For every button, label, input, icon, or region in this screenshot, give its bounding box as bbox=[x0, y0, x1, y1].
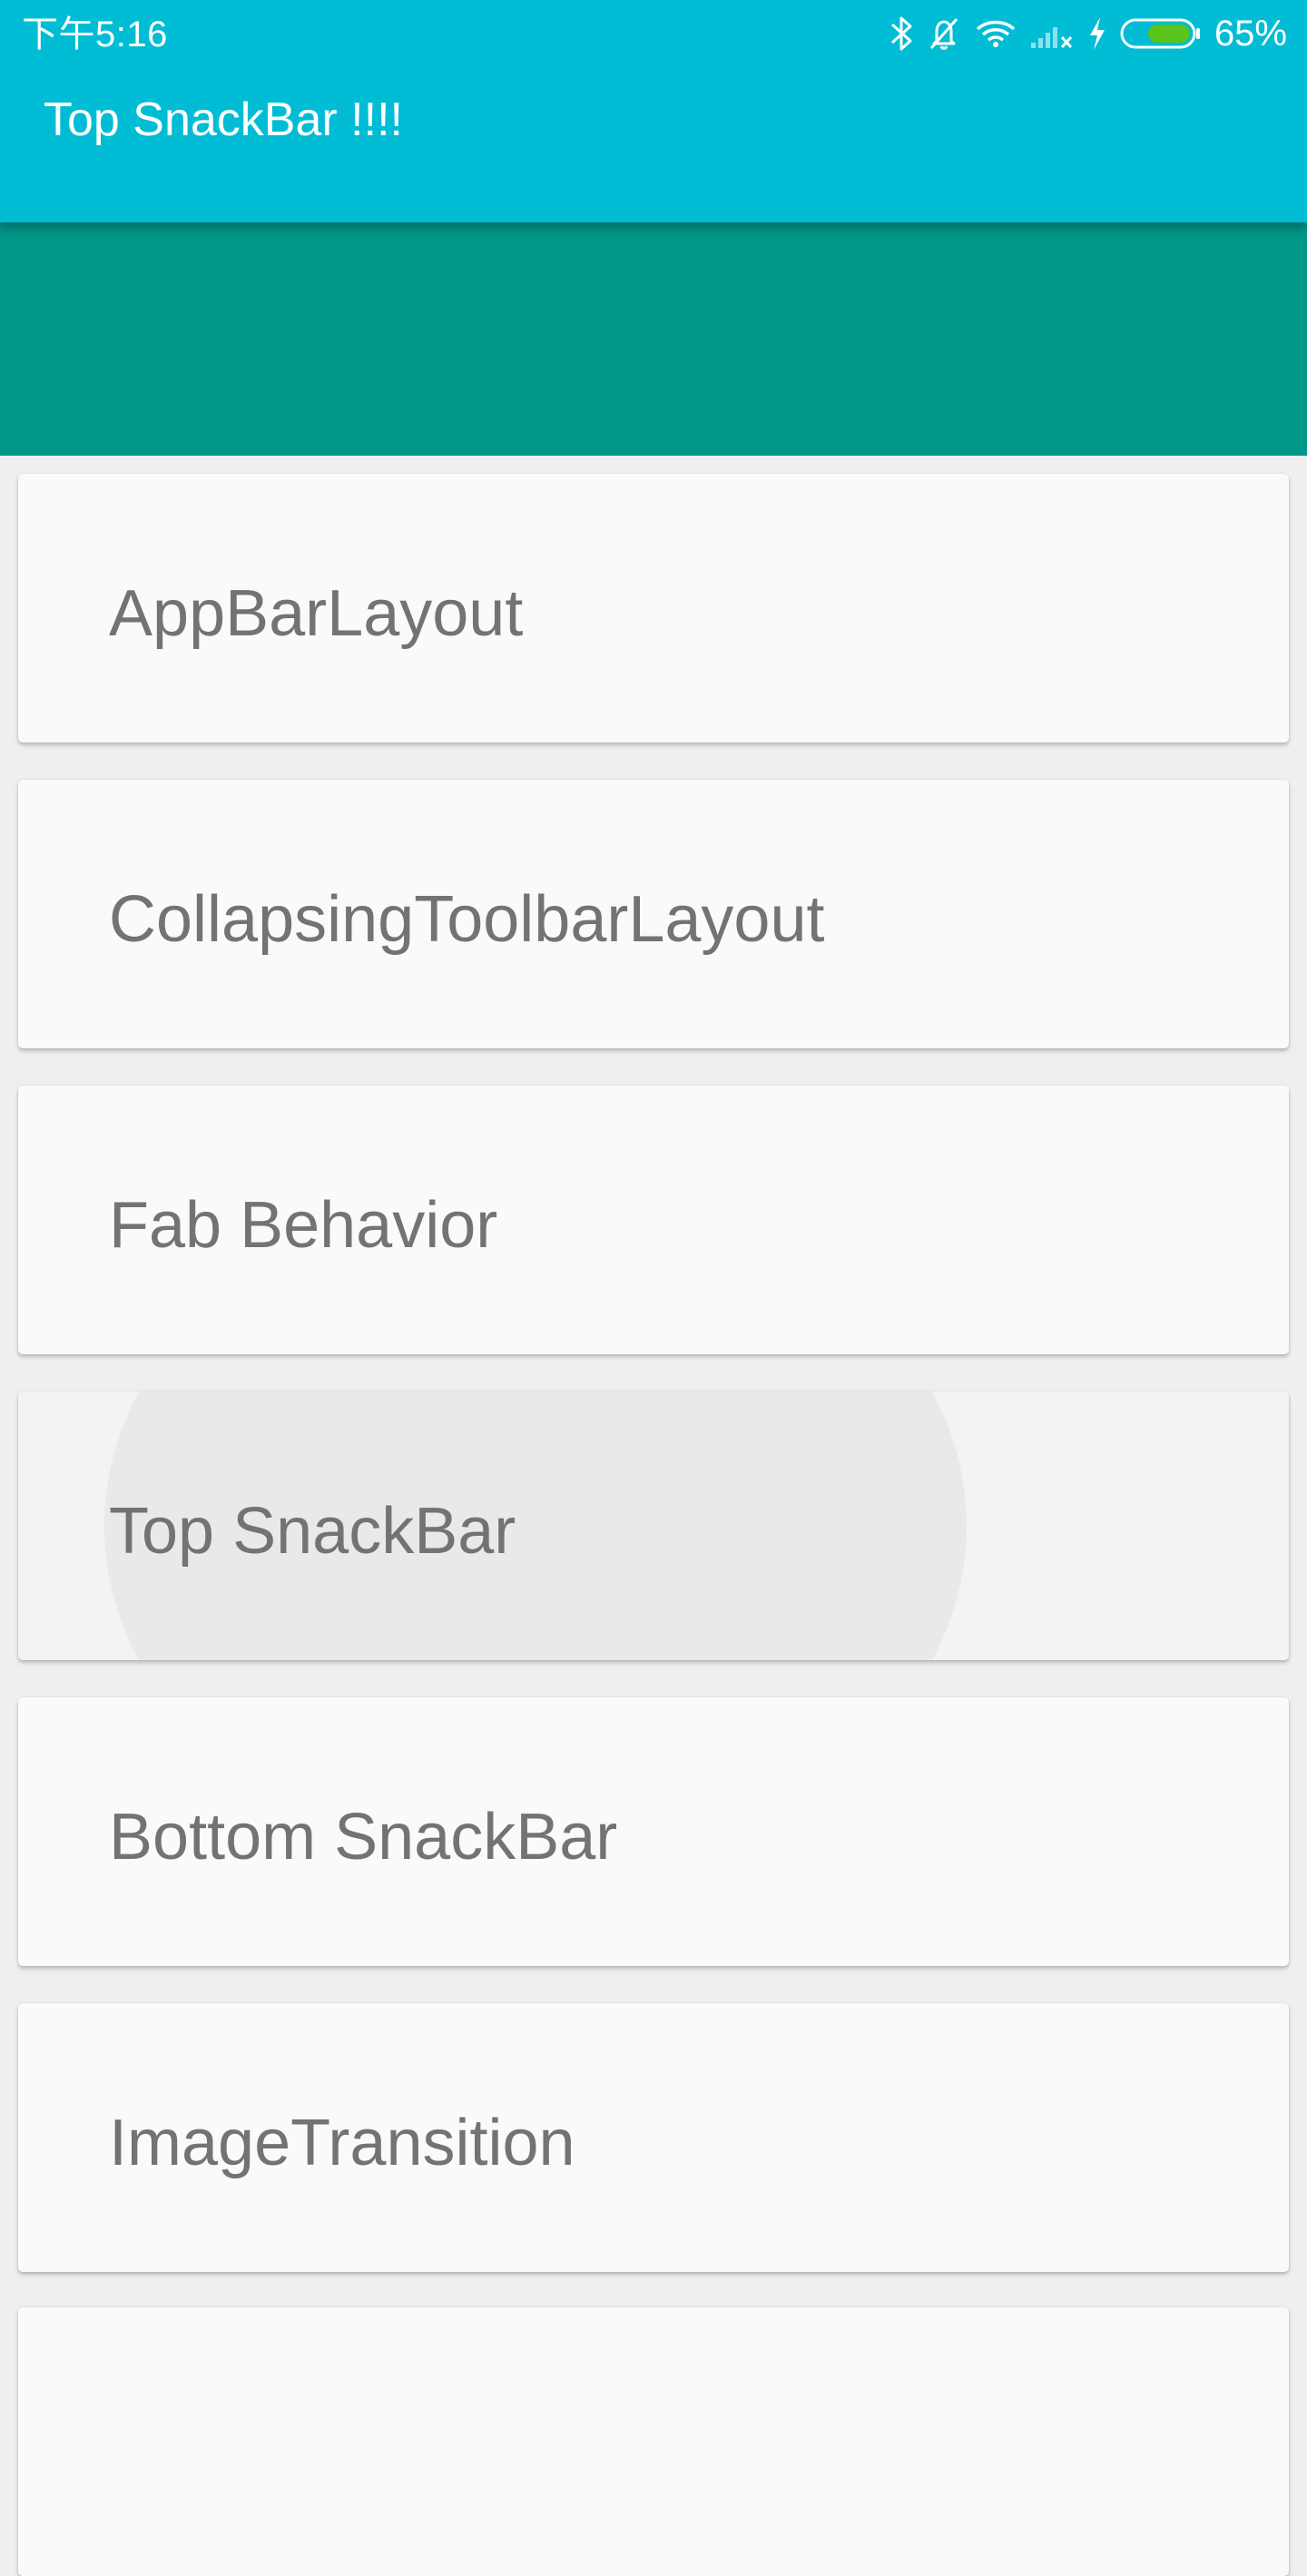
list-item-partial[interactable] bbox=[18, 2307, 1289, 2576]
snackbar-message: Top SnackBar !!!! bbox=[44, 93, 403, 146]
battery-percent: 65% bbox=[1214, 14, 1287, 54]
notifications-off-icon bbox=[929, 18, 958, 50]
charging-icon bbox=[1089, 17, 1105, 50]
list-item-collapsingtoolbarlayout[interactable]: CollapsingToolbarLayout bbox=[18, 780, 1289, 1048]
status-bar: 下午5:16 65% bbox=[0, 0, 1307, 68]
list-item-label: Fab Behavior bbox=[109, 1189, 498, 1262]
list-item-label: Bottom SnackBar bbox=[109, 1801, 618, 1873]
cell-signal-off-icon bbox=[1030, 27, 1073, 49]
list-item-label: ImageTransition bbox=[109, 2107, 575, 2179]
bluetooth-icon bbox=[890, 16, 912, 51]
status-time: 下午5:16 bbox=[22, 15, 168, 54]
list-item-fab-behavior[interactable]: Fab Behavior bbox=[18, 1086, 1289, 1354]
battery-icon bbox=[1120, 18, 1200, 49]
top-snackbar[interactable]: 下午5:16 65% Top SnackBar !!!! bbox=[0, 0, 1307, 222]
list-item-label: Top SnackBar bbox=[109, 1495, 516, 1568]
list-item-label: AppBarLayout bbox=[109, 577, 524, 650]
wifi-icon bbox=[976, 20, 1016, 47]
list-item-imagetransition[interactable]: ImageTransition bbox=[18, 2003, 1289, 2272]
list-item-bottom-snackbar[interactable]: Bottom SnackBar bbox=[18, 1697, 1289, 1966]
status-icons: 65% bbox=[889, 11, 1287, 56]
list-item-label: CollapsingToolbarLayout bbox=[109, 883, 825, 956]
list-item-appbarlayout[interactable]: AppBarLayout bbox=[18, 474, 1289, 742]
list-item-top-snackbar[interactable]: Top SnackBar bbox=[18, 1391, 1289, 1660]
